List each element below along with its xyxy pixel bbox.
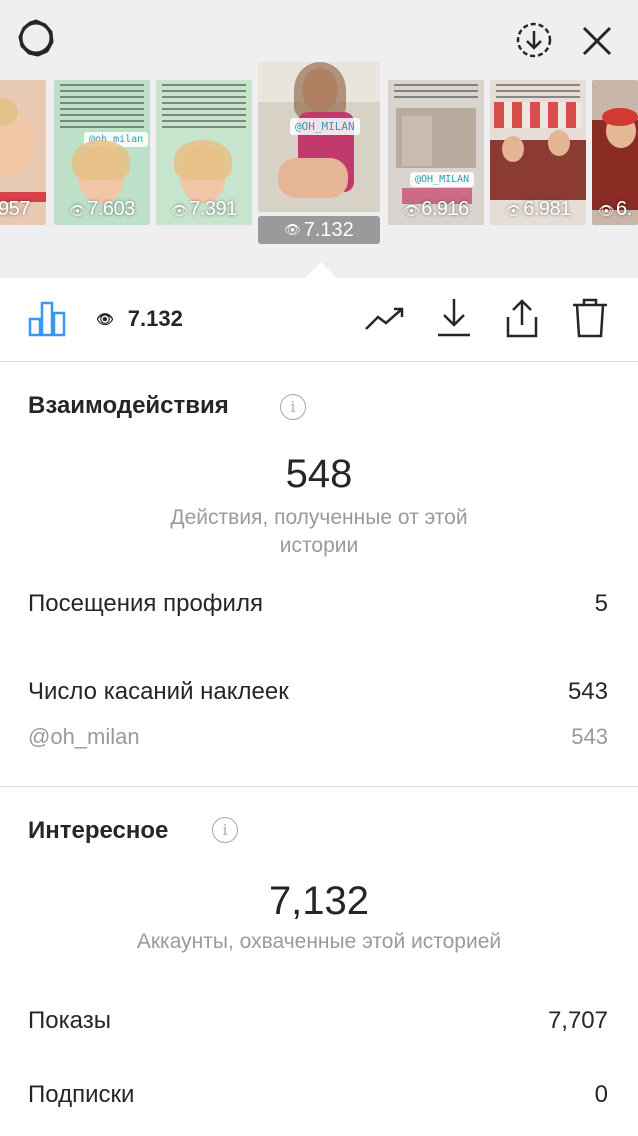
stat-row: Показы 7,707 xyxy=(28,1007,608,1035)
stat-label: Посещения профиля xyxy=(28,590,263,617)
stat-label: Подписки xyxy=(28,1081,135,1108)
stat-value: 0 xyxy=(594,1081,608,1108)
sticker-mention: @oh_milan xyxy=(28,724,140,749)
view-count: 7.603 xyxy=(87,198,135,220)
close-icon[interactable] xyxy=(578,22,616,60)
interactions-section: Взаимодействия i 548 Действия, полученны… xyxy=(0,362,638,786)
story-thumbnail[interactable]: @OH_MILAN 👁 6.916 xyxy=(388,80,484,225)
mention-sticker: @OH_MILAN xyxy=(410,172,475,187)
section-title: Интересное xyxy=(28,817,169,844)
discovery-caption: Аккаунты, охваченные этой историей xyxy=(136,930,502,953)
sticker-sub-row: @oh_milan 543 xyxy=(28,724,608,750)
trend-icon[interactable] xyxy=(364,296,408,340)
gear-icon[interactable] xyxy=(16,18,56,58)
story-thumbnail[interactable]: 👁 6. xyxy=(592,80,638,225)
view-count: 7.391 xyxy=(189,198,237,220)
eye-icon: 👁 xyxy=(284,222,301,237)
stat-label: Число касаний наклеек xyxy=(28,678,289,705)
stat-label: Показы xyxy=(28,1007,111,1034)
trash-icon[interactable] xyxy=(568,296,612,340)
bar-chart-icon[interactable] xyxy=(26,296,70,340)
view-count: 6.981 xyxy=(523,198,571,220)
eye-icon: 👁 xyxy=(171,203,188,218)
info-icon[interactable]: i xyxy=(280,394,306,420)
sticker-value: 543 xyxy=(571,724,608,749)
view-count: 6.916 xyxy=(421,198,469,220)
views-summary: 👁 7.132 xyxy=(96,306,183,332)
eye-icon: 👁 xyxy=(598,203,615,218)
interactions-total: 548 xyxy=(285,452,353,496)
story-thumbnail[interactable]: 👁 7.391 xyxy=(156,80,252,225)
story-thumbnail[interactable]: 👁 6.981 xyxy=(490,80,586,225)
story-thumbnail[interactable]: @oh_milan 👁 7.603 xyxy=(54,80,150,225)
story-toolbar: 👁 7.132 xyxy=(0,278,638,362)
view-count: 957 xyxy=(0,198,30,220)
info-icon[interactable]: i xyxy=(212,817,238,843)
selection-pointer xyxy=(305,262,337,278)
mention-sticker: @OH_MILAN xyxy=(290,118,360,135)
stat-value: 543 xyxy=(567,678,608,705)
discovery-section: Интересное i 7,132 Аккаунты, охваченные … xyxy=(0,787,638,1136)
stat-row: Посещения профиля 5 xyxy=(28,590,608,618)
stat-row[interactable]: Число касаний наклеек 543 xyxy=(28,678,608,706)
share-icon[interactable] xyxy=(500,296,544,340)
active-story-view-count: 👁 7.132 xyxy=(258,216,380,244)
stat-row: Подписки 0 xyxy=(28,1081,608,1109)
story-strip-area: 957 @oh_milan 👁7.603 👁7.391 @OH_MILAN xyxy=(0,0,638,278)
section-title: Взаимодействия xyxy=(28,392,229,419)
story-thumbnail[interactable]: 957 xyxy=(0,80,46,225)
download-icon[interactable] xyxy=(432,296,476,340)
stat-value: 5 xyxy=(594,590,608,617)
eye-icon: 👁 xyxy=(403,203,420,218)
view-count: 6. xyxy=(616,198,632,220)
eye-icon: 👁 xyxy=(505,203,522,218)
active-tab-indicator xyxy=(28,358,68,361)
eye-icon: 👁 xyxy=(69,203,86,218)
story-thumbnail-active[interactable]: @OH_MILAN xyxy=(258,62,380,212)
eye-icon: 👁 xyxy=(96,310,114,327)
stat-value: 7,707 xyxy=(547,1007,608,1034)
interactions-caption: Действия, полученные от этой истории xyxy=(170,506,468,557)
download-circle-icon[interactable] xyxy=(514,20,554,60)
discovery-total: 7,132 xyxy=(268,879,370,923)
views-count: 7.132 xyxy=(127,306,183,331)
